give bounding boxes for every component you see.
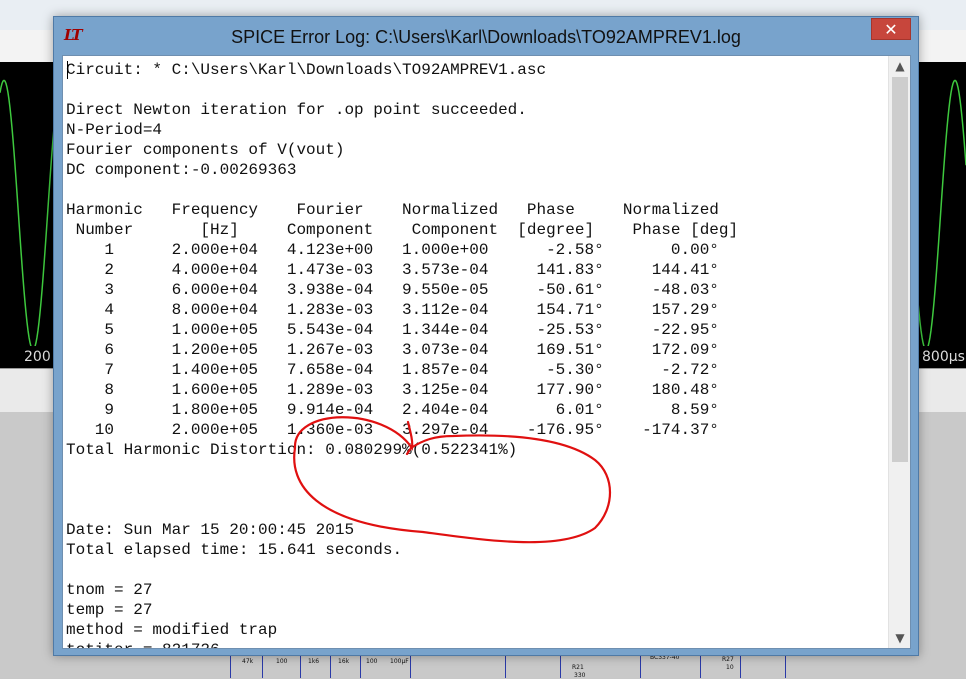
log-line: 7 1.400e+05 7.658e-04 1.857e-04 -5.30° -…: [66, 361, 719, 379]
waveform-trace-right: [914, 79, 966, 351]
log-line: DC component:-0.00269363: [66, 161, 297, 179]
log-line: Total elapsed time: 15.641 seconds.: [66, 541, 403, 559]
window-title: SPICE Error Log: C:\Users\Karl\Downloads…: [231, 27, 741, 47]
log-line: Fourier components of V(vout): [66, 141, 345, 159]
log-line: totiter = 821726: [66, 640, 886, 648]
log-line: tnom = 27: [66, 581, 153, 599]
log-line: Direct Newton iteration for .op point su…: [66, 101, 527, 119]
time-axis-label-right: 800µs: [914, 346, 966, 368]
log-line: Total Harmonic Distortion: 0.080299%(0.5…: [66, 441, 518, 459]
log-line: 6 1.200e+05 1.267e-03 3.073e-04 169.51° …: [66, 341, 719, 359]
schematic-label: R21: [572, 664, 584, 671]
log-line: 4 8.000e+04 1.283e-03 3.112e-04 154.71° …: [66, 301, 719, 319]
log-line: method = modified trap: [66, 621, 278, 639]
log-text-area[interactable]: Circuit: * C:\Users\Karl\Downloads\TO92A…: [62, 55, 911, 649]
waveform-plot-left: [0, 62, 56, 368]
scroll-down-icon[interactable]: ▼: [889, 628, 910, 648]
schematic-label: 100: [276, 658, 288, 665]
log-line: temp = 27: [66, 601, 153, 619]
log-line: 2 4.000e+04 1.473e-03 3.573e-04 141.83° …: [66, 261, 719, 279]
scrollbar-thumb[interactable]: [892, 77, 908, 462]
log-content[interactable]: Circuit: * C:\Users\Karl\Downloads\TO92A…: [66, 60, 886, 648]
schematic-label: 1k6: [308, 658, 320, 665]
schematic-label: 47k: [242, 658, 254, 665]
log-line: 1 2.000e+04 4.123e+00 1.000e+00 -2.58° 0…: [66, 241, 719, 259]
log-line: 3 6.000e+04 3.938e-04 9.550e-05 -50.61° …: [66, 281, 719, 299]
schematic-label: 16k: [338, 658, 350, 665]
log-line: Harmonic Frequency Fourier Normalized Ph…: [66, 201, 719, 219]
log-line: Number [Hz] Component Component [degree]…: [66, 221, 739, 239]
log-line: 9 1.800e+05 9.914e-04 2.404e-04 6.01° 8.…: [66, 401, 719, 419]
spice-error-log-window: LT SPICE Error Log: C:\Users\Karl\Downlo…: [53, 16, 919, 656]
log-line: 5 1.000e+05 5.543e-04 1.344e-04 -25.53° …: [66, 321, 719, 339]
vertical-scrollbar[interactable]: ▲ ▼: [888, 56, 910, 648]
waveform-plot-right: [914, 62, 966, 368]
log-line: N-Period=4: [66, 121, 163, 139]
close-icon: ✕: [884, 20, 898, 39]
window-titlebar[interactable]: LT SPICE Error Log: C:\Users\Karl\Downlo…: [54, 17, 918, 55]
log-line: 8 1.600e+05 1.289e-03 3.125e-04 177.90° …: [66, 381, 719, 399]
schematic-label: 100µF: [390, 658, 409, 665]
log-line: 10 2.000e+05 1.360e-03 3.297e-04 -176.95…: [66, 421, 719, 439]
time-axis-label-left: 200: [0, 346, 56, 368]
schematic-label: R27: [722, 656, 734, 663]
schematic-label: 100: [366, 658, 378, 665]
schematic-label: 10: [726, 664, 734, 671]
waveform-trace-left: [0, 79, 56, 351]
close-button[interactable]: ✕: [871, 18, 911, 40]
scroll-up-icon[interactable]: ▲: [889, 56, 910, 76]
text-caret: [67, 61, 68, 79]
log-line: Circuit: * C:\Users\Karl\Downloads\TO92A…: [66, 61, 547, 79]
log-line: Date: Sun Mar 15 20:00:45 2015: [66, 521, 355, 539]
